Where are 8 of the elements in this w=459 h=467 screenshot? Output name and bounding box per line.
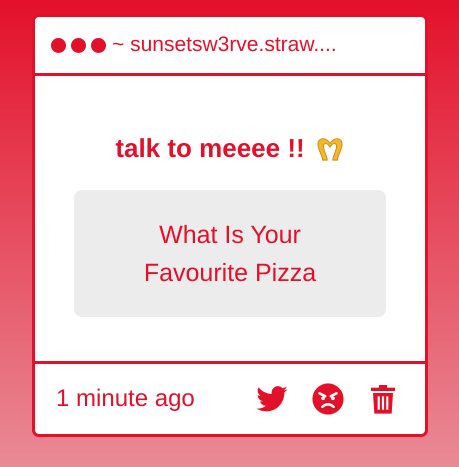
window-title: ~ sunsetsw3rve.straw.... — [112, 33, 337, 57]
window-dot[interactable] — [71, 38, 86, 52]
window-dot[interactable] — [91, 38, 106, 52]
window-dot[interactable] — [51, 38, 66, 52]
message-heading: talk to meeee !! — [115, 133, 305, 164]
question-text: What Is Your Favourite Pizza — [142, 220, 318, 288]
timestamp: 1 minute ago — [56, 385, 195, 413]
angry-face-icon[interactable] — [311, 382, 345, 416]
